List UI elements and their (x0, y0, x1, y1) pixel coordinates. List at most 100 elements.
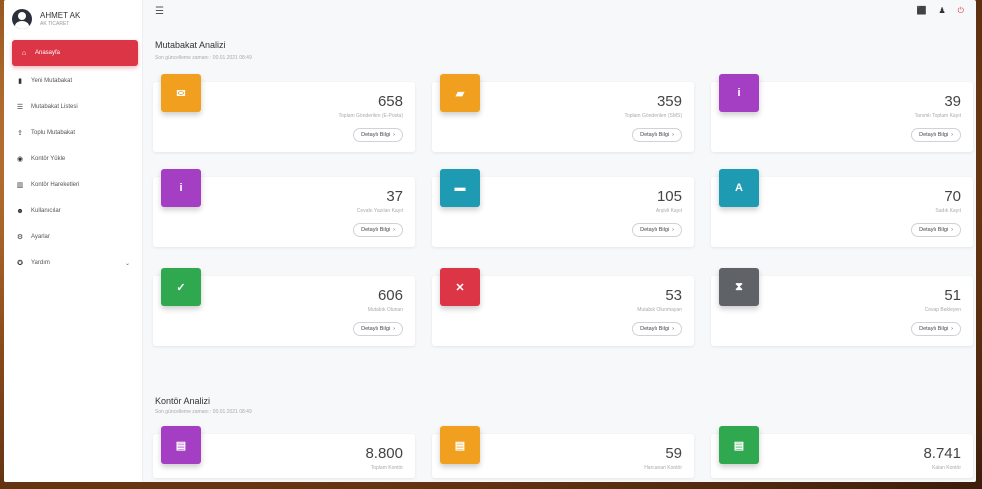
help-icon: ✪ (17, 260, 23, 267)
mutabakat-stat-card: ▬ 105 Arşivli Kayıt Detaylı Bilgi › (432, 169, 694, 247)
chevron-right-icon: › (672, 326, 674, 332)
stat-label: Toplam Gönderilen (E-Posta) (338, 113, 403, 119)
detayli-bilgi-button[interactable]: Detaylı Bilgi › (353, 128, 403, 142)
sidebar-item-7[interactable]: ⚙ Ayarlar (4, 224, 142, 250)
mutabakat-stat-card: ✉ 658 Toplam Gönderilen (E-Posta) Detaylı B… (153, 74, 415, 152)
users-icon: ☻ (16, 207, 24, 215)
stat-value: 8.741 (923, 445, 961, 462)
chevron-right-icon: › (672, 227, 674, 233)
detayli-bilgi-button[interactable]: Detaylı Bilgi › (632, 223, 682, 237)
letter-a-icon: A (719, 169, 759, 207)
info-icon: i (719, 74, 759, 112)
file-icon: ▮ (18, 78, 22, 85)
coins-icon: ▤ (440, 426, 480, 464)
kontor-stat-card: ▤ 8.741 Kalan Kontör (711, 426, 973, 478)
button-label: Detaylı Bilgi (361, 227, 391, 233)
sidebar-nav: ⌂ Anasayfa ▮ Yeni Mutabakat ☰ Mutabakat Liste… (4, 38, 142, 276)
detayli-bilgi-button[interactable]: Detaylı Bilgi › (632, 128, 682, 142)
stat-label: Mutabık Olunan (367, 307, 403, 313)
coins-icon: ▤ (161, 426, 201, 464)
sidebar-item-label: Ayarlar (31, 234, 50, 240)
app-window: AHMET AK AK TİCARET ⌂ Anasayfa ▮ Yeni Mutab… (4, 0, 976, 482)
sidebar-item-2[interactable]: ☰ Mutabakat Listesi (4, 94, 142, 120)
detayli-bilgi-button[interactable]: Detaylı Bilgi › (353, 322, 403, 336)
sidebar-item-label: Anasayfa (35, 50, 61, 56)
sidebar-item-label: Mutabakat Listesi (31, 104, 78, 110)
button-label: Detaylı Bilgi (640, 326, 670, 332)
sidebar-item-8[interactable]: ✪ Yardım ⌄ (4, 250, 142, 276)
sidebar-item-6[interactable]: ☻ Kullanıcılar (4, 198, 142, 224)
mutabakat-stat-card: ✕ 53 Mutabık Olunmayan Detaylı Bilgi › (432, 268, 694, 346)
check-icon: ✓ (161, 268, 201, 306)
sidebar-item-4[interactable]: ◉ Kontör Yükle (4, 146, 142, 172)
sidebar-item-5[interactable]: ▥ Kontör Hareketleri (4, 172, 142, 198)
stat-value: 53 (665, 287, 682, 304)
chevron-right-icon: › (951, 326, 953, 332)
sidebar-item-label: Toplu Mutabakat (31, 130, 76, 136)
detayli-bilgi-button[interactable]: Detaylı Bilgi › (911, 128, 961, 142)
archive-icon: ▬ (440, 169, 480, 207)
coins-icon: ◉ (16, 156, 24, 163)
chevron-right-icon: › (951, 227, 953, 233)
x-icon: ✕ (440, 268, 480, 306)
sidebar-item-label: Yeni Mutabakat (31, 78, 73, 84)
topbar: ☰ ⬛ ♟ ⏻ (143, 0, 976, 22)
mutabakat-stat-card: i 37 Cevabı Yazılan Kayıt Detaylı Bilgi › (153, 169, 415, 247)
sidebar-item-label: Yardım (31, 260, 50, 266)
detayli-bilgi-button[interactable]: Detaylı Bilgi › (353, 223, 403, 237)
mutabakat-stat-card: ✓ 606 Mutabık Olunan Detaylı Bilgi › (153, 268, 415, 346)
notes-icon[interactable]: ⬛ (917, 6, 927, 16)
stat-label: Arşivli Kayıt (655, 208, 682, 214)
button-label: Detaylı Bilgi (361, 132, 391, 138)
stat-value: 658 (377, 93, 403, 110)
stat-value: 39 (944, 93, 961, 110)
detayli-bilgi-button[interactable]: Detaylı Bilgi › (632, 322, 682, 336)
profile-icon[interactable]: ♟ (939, 6, 946, 16)
sidebar: AHMET AK AK TİCARET ⌂ Anasayfa ▮ Yeni Mutab… (4, 0, 143, 482)
detayli-bilgi-button[interactable]: Detaylı Bilgi › (911, 322, 961, 336)
sidebar-item-3[interactable]: ⇪ Toplu Mutabakat (4, 120, 142, 146)
button-label: Detaylı Bilgi (640, 132, 670, 138)
mutabakat-stat-card: i 39 Tanımlı Toplam Kayıt Detaylı Bilgi › (711, 74, 973, 152)
button-label: Detaylı Bilgi (919, 227, 949, 233)
chart-icon: ▥ (16, 182, 24, 189)
chevron-right-icon: › (393, 326, 395, 332)
kontor-analizi-title: Kontör Analizi (155, 396, 211, 406)
envelope-icon: ✉ (161, 74, 201, 112)
hourglass-icon: ⧗ (719, 268, 759, 306)
kontor-stat-card: ▤ 59 Harcanan Kontör (432, 426, 694, 478)
stat-label: Cevabı Yazılan Kayıt (356, 208, 403, 214)
stat-label: Mutabık Olunmayan (637, 307, 682, 313)
stat-value: 8.800 (365, 445, 403, 462)
stat-value: 70 (944, 188, 961, 205)
info-icon: i (161, 169, 201, 207)
sidebar-item-label: Kontör Yükle (31, 156, 66, 162)
chevron-right-icon: › (672, 132, 674, 138)
detayli-bilgi-button[interactable]: Detaylı Bilgi › (911, 223, 961, 237)
stat-value: 59 (665, 445, 682, 462)
upload-icon: ⇪ (17, 130, 23, 137)
sidebar-item-0[interactable]: ⌂ Anasayfa (12, 40, 138, 66)
power-icon[interactable]: ⏻ (958, 6, 964, 16)
kontor-stat-card: ▤ 8.800 Toplam Kontör (153, 426, 415, 478)
stat-label: Kalan Kontör (932, 465, 961, 471)
main-content: ☰ ⬛ ♟ ⏻ Mutabakat Analizi Son güncelleme… (143, 0, 976, 482)
user-profile[interactable]: AHMET AK AK TİCARET (4, 0, 142, 38)
mutabakat-updated-time: Son güncelleme zamanı : 00.01.2021 08:49 (155, 55, 252, 61)
gear-icon: ⚙ (16, 234, 24, 241)
stat-label: Tanımlı Toplam Kayıt (914, 113, 961, 119)
stat-label: Toplam Kontör (370, 465, 403, 471)
button-label: Detaylı Bilgi (361, 326, 391, 332)
stat-label: Cevap Bekleyen (924, 307, 961, 313)
stat-value: 37 (386, 188, 403, 205)
sidebar-item-1[interactable]: ▮ Yeni Mutabakat (4, 68, 142, 94)
button-label: Detaylı Bilgi (919, 132, 949, 138)
list-icon: ☰ (16, 104, 24, 111)
mutabakat-stat-card: ▰ 359 Toplam Gönderilen (SMS) Detaylı Bilgi… (432, 74, 694, 152)
hamburger-menu-icon[interactable]: ☰ (155, 6, 164, 17)
user-company: AK TİCARET (40, 20, 70, 27)
button-label: Detaylı Bilgi (640, 227, 670, 233)
mutabakat-analizi-title: Mutabakat Analizi (155, 40, 226, 50)
home-icon: ⌂ (21, 49, 27, 57)
stat-label: Harcanan Kontör (644, 465, 682, 471)
